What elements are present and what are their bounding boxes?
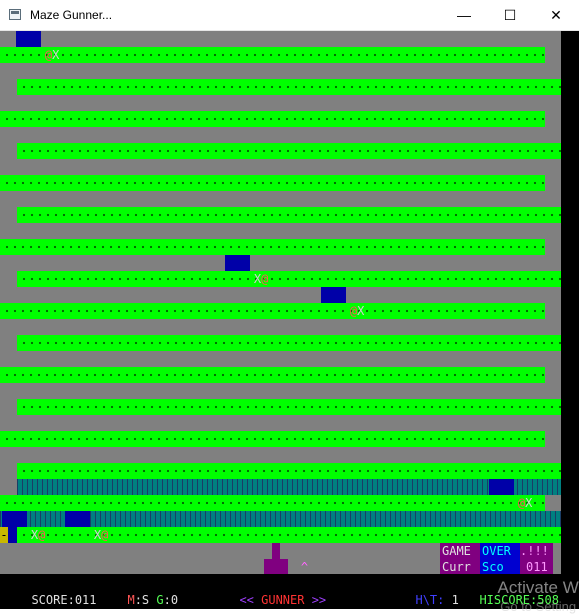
panel-curr: Curr: [440, 559, 480, 574]
gunner-title: << GUNNER >>: [239, 593, 327, 607]
maze-wall-row: [0, 431, 545, 447]
teal-lane: [17, 479, 561, 495]
maze-wall-row: [0, 495, 545, 511]
panel-over: OVER: [480, 543, 520, 559]
right-edge-bar: [561, 31, 579, 574]
maze-playfield: - @X X@ @X @X X@ X@ ^ !*! GAME OVER .!!!…: [0, 31, 561, 574]
enemy-lower-left-1: X@: [2, 511, 45, 542]
maze-wall-row: [17, 207, 561, 223]
maze-wall-row: [17, 79, 561, 95]
maze-wall-row: [0, 239, 545, 255]
maze-wall-row: [0, 47, 545, 63]
maze-wall-row: [0, 111, 545, 127]
maximize-button[interactable]: ☐: [487, 0, 533, 30]
window-titlebar: Maze Gunner... — ☐ ✕: [0, 0, 579, 31]
player-gunner: !*!: [264, 559, 288, 574]
maze-wall-row: [0, 303, 545, 319]
window-title: Maze Gunner...: [30, 8, 113, 22]
maze-wall-row: [17, 335, 561, 351]
maze-wall-row: [17, 271, 561, 287]
ms-g-readout: M:S G:0: [127, 593, 179, 607]
maze-wall-row: [0, 367, 545, 383]
panel-bangs: .!!!: [520, 543, 553, 559]
enemy-lower-left-2: X@: [65, 511, 108, 542]
activation-watermark-line2: Go to Setting: [500, 599, 577, 614]
app-window-icon: [9, 9, 21, 20]
enemy-mid-1: X@: [225, 255, 268, 286]
enemy-top-left: @X: [16, 31, 59, 62]
maze-wall-row: [0, 175, 545, 191]
enemy-mid-2: @X: [321, 287, 364, 318]
panel-game: GAME: [440, 543, 480, 559]
enemy-lower-right: @X: [489, 479, 532, 510]
ht-readout: H\T: 1: [415, 593, 459, 607]
game-over-panel: GAME OVER .!!!: [440, 543, 561, 559]
minimize-button[interactable]: —: [441, 0, 487, 30]
maze-wall-row: [17, 463, 561, 479]
maze-wall-row: [17, 143, 561, 159]
score-readout: SCORE:011: [31, 593, 97, 607]
close-button[interactable]: ✕: [533, 0, 579, 30]
maze-wall-row: [17, 399, 561, 415]
player-cannon: ^: [272, 543, 308, 574]
